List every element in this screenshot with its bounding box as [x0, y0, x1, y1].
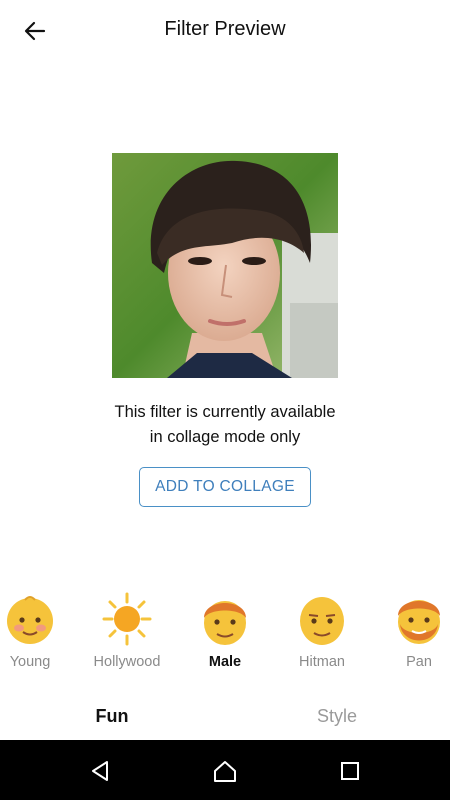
filter-label: Male — [208, 654, 242, 670]
message-line-2: in collage mode only — [149, 428, 301, 446]
message-line-1: This filter is currently available — [114, 403, 336, 421]
nav-back-button[interactable] — [85, 756, 115, 786]
nav-recents-icon — [341, 762, 359, 780]
nav-recents-button[interactable] — [335, 756, 365, 786]
filter-item-young[interactable]: Young — [0, 590, 78, 676]
bearded-face-icon — [398, 600, 440, 644]
sun-icon — [102, 592, 152, 646]
app-header: Filter Preview — [0, 0, 450, 62]
page-title: Filter Preview — [164, 18, 286, 40]
system-navigation-bar — [0, 740, 450, 800]
tab-fun[interactable]: Fun — [52, 706, 172, 727]
baby-face-icon — [7, 596, 53, 644]
filter-label: Hollywood — [93, 654, 161, 670]
filter-item-male[interactable]: Male — [177, 590, 273, 676]
bald-face-icon — [300, 597, 344, 645]
nav-home-icon — [214, 761, 236, 782]
filter-label: Hitman — [299, 654, 345, 670]
filter-item-hollywood[interactable]: Hollywood — [79, 590, 175, 676]
filter-selector: Young Hollywood Male Hitman Pan — [0, 590, 450, 680]
category-tabs: Fun Style — [0, 700, 450, 740]
nav-home-button[interactable] — [210, 756, 240, 786]
add-to-collage-button[interactable]: ADD TO COLLAGE — [139, 467, 311, 507]
filter-item-pan[interactable]: Pan — [371, 590, 450, 676]
male-face-icon — [204, 601, 246, 645]
nav-back-icon — [92, 761, 108, 781]
filter-item-hitman[interactable]: Hitman — [274, 590, 370, 676]
filter-label: Young — [9, 654, 51, 670]
filter-preview-image — [112, 153, 338, 378]
availability-message: This filter is currently available in co… — [40, 400, 410, 450]
tab-style[interactable]: Style — [277, 706, 397, 727]
filter-label: Pan — [406, 654, 432, 670]
